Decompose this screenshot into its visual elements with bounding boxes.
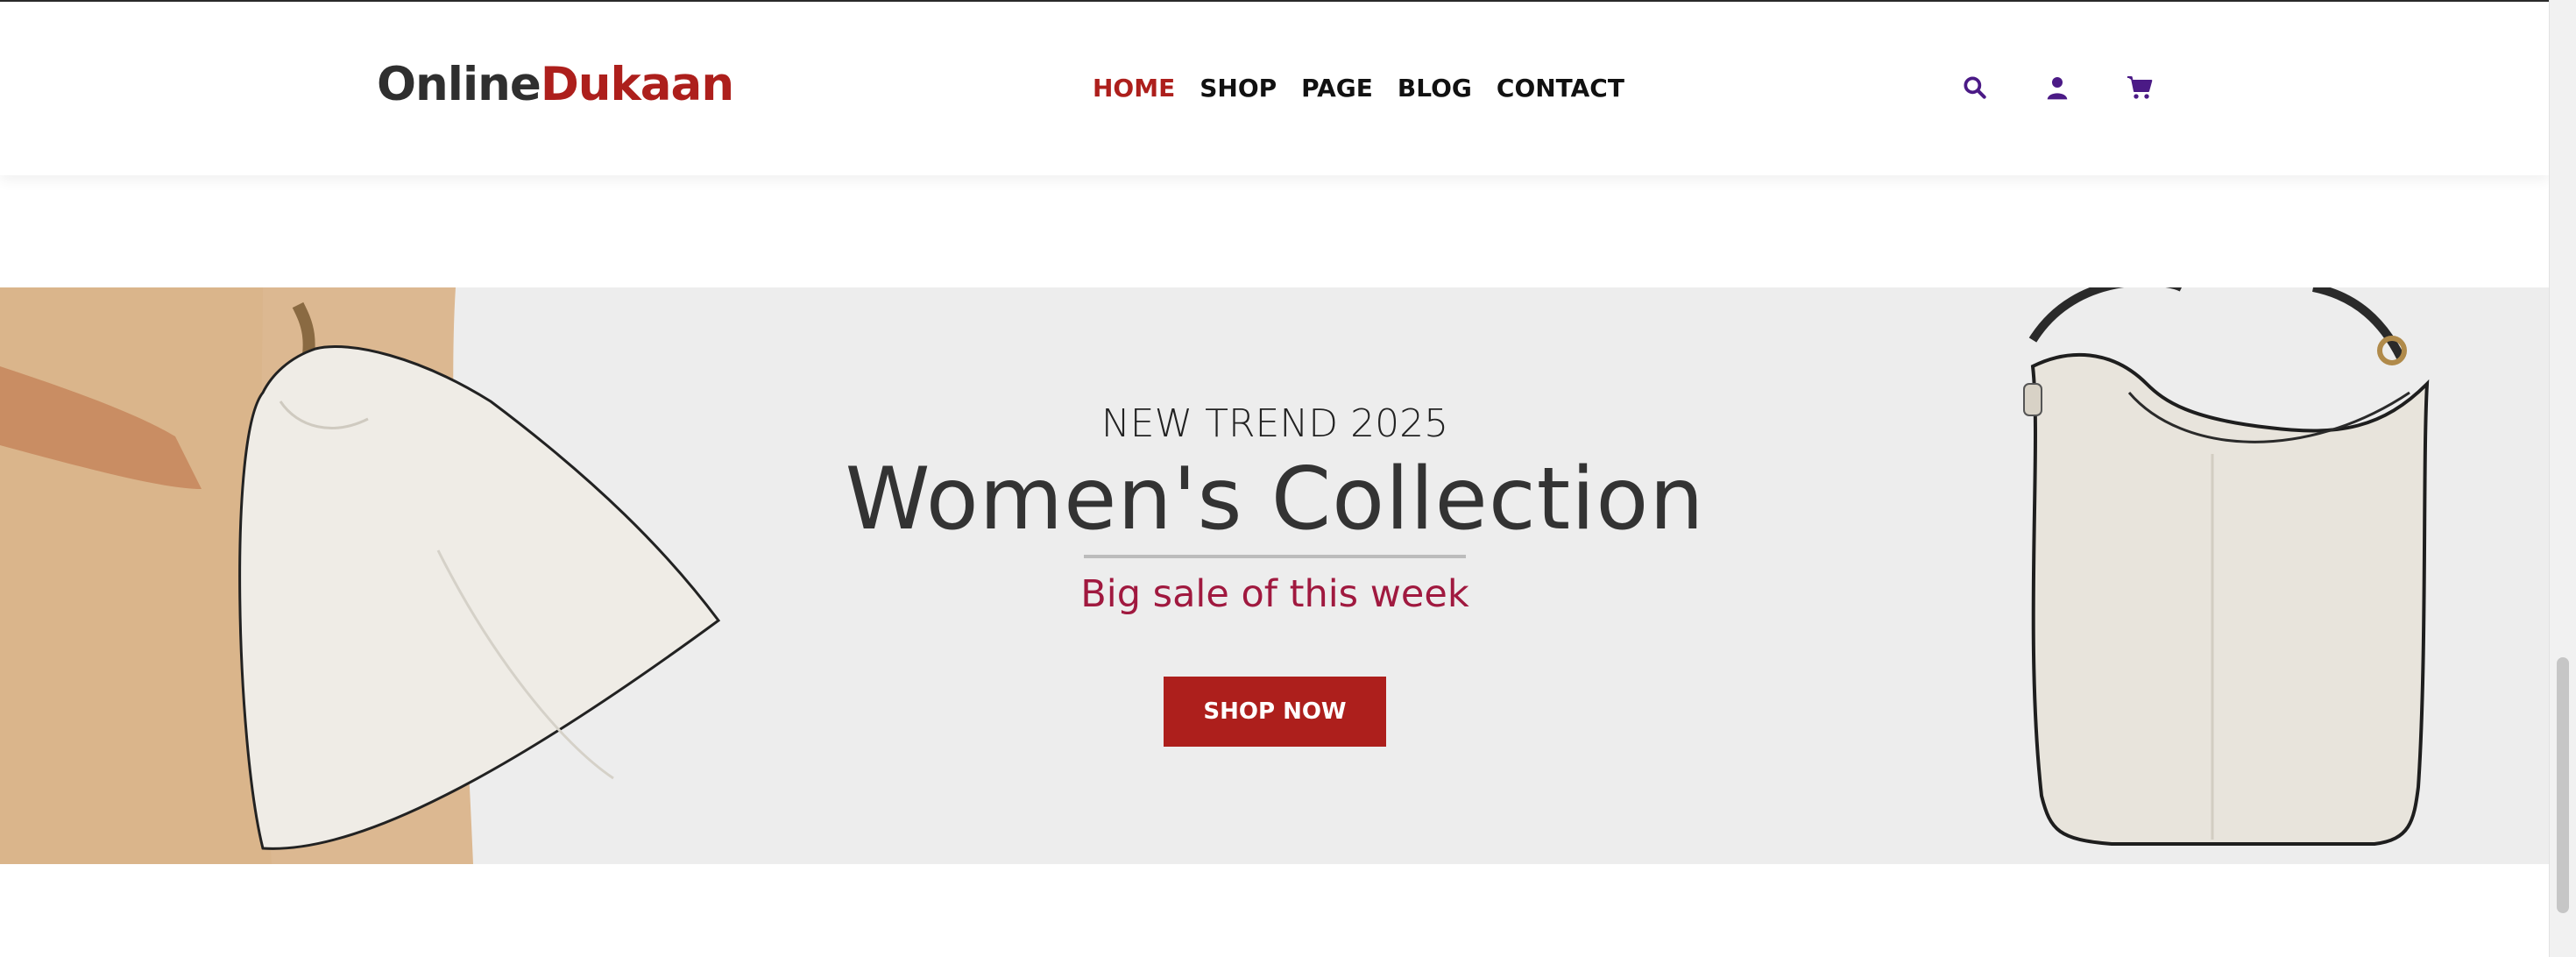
hero-banner: NEW TREND 2025 Women's Collection Big sa… [0, 287, 2550, 864]
main-nav: HOME SHOP PAGE BLOG CONTACT [1093, 74, 1624, 103]
hero-divider [1084, 555, 1466, 558]
nav-home[interactable]: HOME [1093, 74, 1175, 103]
nav-shop[interactable]: SHOP [1200, 74, 1277, 103]
nav-page[interactable]: PAGE [1301, 74, 1373, 103]
nav-contact[interactable]: CONTACT [1497, 74, 1624, 103]
shop-now-button[interactable]: SHOP NOW [1164, 677, 1386, 747]
search-icon[interactable] [1959, 72, 1991, 103]
brand-part2: Dukaan [540, 58, 734, 111]
hero-subtitle: Big sale of this week [1080, 572, 1469, 616]
nav-blog[interactable]: BLOG [1398, 74, 1472, 103]
brand-logo[interactable]: OnlineDukaan [377, 58, 734, 111]
cart-icon[interactable] [2124, 72, 2155, 103]
hero-title: Women's Collection [845, 450, 1705, 549]
hero-kicker: NEW TREND 2025 [1100, 401, 1449, 446]
brand-part1: Online [377, 58, 541, 111]
header-icons [1959, 72, 2155, 103]
scrollbar[interactable] [2549, 0, 2576, 957]
user-icon[interactable] [2042, 72, 2073, 103]
scrollbar-thumb[interactable] [2557, 657, 2569, 913]
site-header: OnlineDukaan HOME SHOP PAGE BLOG CONTACT [0, 2, 2550, 175]
